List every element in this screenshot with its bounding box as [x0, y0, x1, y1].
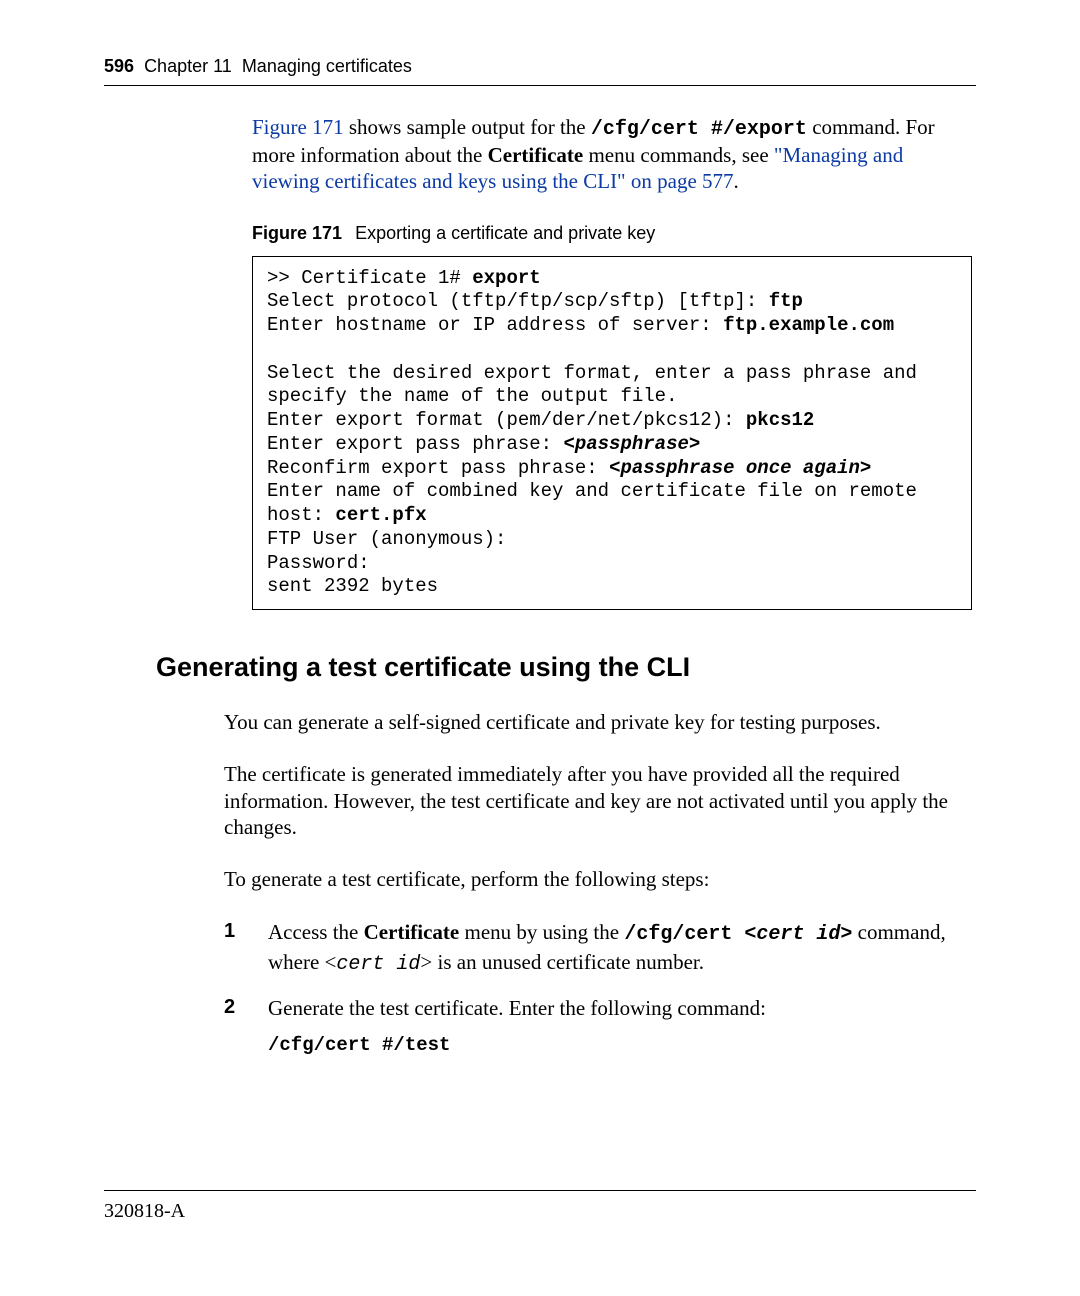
export-command-inline: /cfg/cert #/export: [591, 118, 807, 141]
section-heading: Generating a test certificate using the …: [156, 652, 976, 683]
cli-bold: ftp.example.com: [723, 314, 894, 336]
cert-id-variable-ref: cert id: [336, 953, 420, 976]
cli-bold-italic: <passphrase>: [563, 433, 700, 455]
chapter-label: Chapter 11: [144, 56, 232, 76]
cli-bold-italic: <passphrase once again>: [609, 457, 871, 479]
cli-bold: cert.pfx: [335, 504, 426, 526]
step-text: > is an unused certificate number.: [420, 950, 704, 974]
figure-caption-text: Exporting a certificate and private key: [355, 223, 655, 243]
section-paragraph-2: The certificate is generated immediately…: [224, 761, 964, 840]
intro-period: .: [734, 169, 739, 193]
chapter-title: Managing certificates: [242, 56, 412, 76]
section-paragraph-3: To generate a test certificate, perform …: [224, 866, 964, 892]
page-number: 596: [104, 56, 134, 76]
cli-bold: export: [472, 267, 540, 289]
figure-reference-link[interactable]: Figure 171: [252, 115, 344, 139]
cli-line: Select the desired export format, enter …: [267, 362, 928, 408]
cli-bold: pkcs12: [746, 409, 814, 431]
running-header: 596 Chapter 11 Managing certificates: [104, 56, 976, 86]
cli-output-box: >> Certificate 1# export Select protocol…: [252, 256, 972, 611]
cli-line: Enter export pass phrase:: [267, 433, 563, 455]
section-paragraph-1: You can generate a self-signed certifica…: [224, 709, 964, 735]
footer-rule: [104, 1190, 976, 1191]
test-command: /cfg/cert #/test: [268, 1033, 964, 1059]
certificate-bold: Certificate: [488, 143, 584, 167]
step-2: 2 Generate the test certificate. Enter t…: [224, 994, 964, 1058]
figure-label: Figure 171: [252, 223, 342, 243]
step-text: menu by using the: [459, 920, 624, 944]
cli-line: Enter export format (pem/der/net/pkcs12)…: [267, 409, 746, 431]
cli-line: >> Certificate 1#: [267, 267, 472, 289]
cli-line: Select protocol (tftp/ftp/scp/sftp) [tft…: [267, 290, 769, 312]
cli-line: FTP User (anonymous):: [267, 528, 506, 550]
certificate-bold: Certificate: [364, 920, 460, 944]
step-number: 1: [224, 918, 235, 945]
cli-line: Reconfirm export pass phrase:: [267, 457, 609, 479]
cli-bold: ftp: [769, 290, 803, 312]
step-list: 1 Access the Certificate menu by using t…: [224, 918, 964, 1058]
cli-line: sent 2392 bytes: [267, 575, 438, 597]
cert-id-variable: <cert id>: [744, 923, 852, 946]
step-number: 2: [224, 994, 235, 1021]
step-text: Generate the test certificate. Enter the…: [268, 996, 766, 1020]
step-1: 1 Access the Certificate menu by using t…: [224, 918, 964, 978]
footer-docnum: 320818-A: [104, 1200, 185, 1223]
cfg-cert-command: /cfg/cert: [624, 923, 744, 946]
figure-caption: Figure 171 Exporting a certificate and p…: [252, 223, 976, 244]
intro-text-3: menu commands, see: [583, 143, 774, 167]
step-text: Access the: [268, 920, 364, 944]
cli-line: Enter hostname or IP address of server:: [267, 314, 723, 336]
intro-paragraph: Figure 171 shows sample output for the /…: [252, 114, 976, 195]
intro-text-1: shows sample output for the: [344, 115, 591, 139]
cli-line: Password:: [267, 552, 370, 574]
